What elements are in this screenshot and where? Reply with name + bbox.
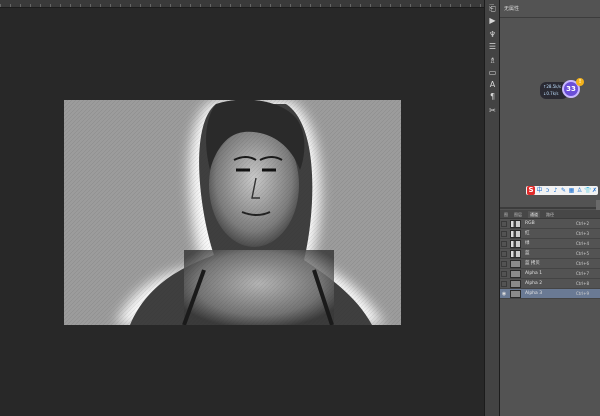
properties-header: 无属性 (500, 0, 600, 18)
channel-name: Alpha 1 (525, 271, 543, 276)
channel-shortcut: Ctrl+2 (576, 221, 590, 226)
tool-presets-icon[interactable]: ✂ (487, 106, 498, 116)
properties-body (500, 18, 600, 208)
brush-presets-icon[interactable]: ♆ (487, 30, 498, 40)
ime-toolbar[interactable]: S 中 ɔ ♪ ✎ ▦ ♙ 👕 ✗ (526, 186, 598, 195)
channel-name: 绿 (525, 241, 530, 246)
play-icon[interactable]: ▶ (487, 16, 498, 26)
document-image[interactable] (64, 100, 401, 325)
channel-thumbnail (510, 220, 521, 228)
visibility-toggle[interactable] (501, 241, 507, 247)
visibility-toggle[interactable] (501, 231, 507, 237)
adjustments-icon[interactable]: ☰ (487, 42, 498, 52)
user-icon[interactable]: ♙ (576, 187, 583, 194)
sogou-logo-icon[interactable]: S (527, 186, 535, 195)
portrait-artwork (64, 100, 401, 325)
handwrite-icon[interactable]: ✎ (560, 187, 567, 194)
moon-icon[interactable]: ɔ (544, 187, 551, 194)
channel-row-alpha-1[interactable]: Alpha 1 Ctrl+7 (500, 269, 600, 279)
paragraph-icon[interactable]: ¶ (487, 92, 498, 102)
stamp-icon[interactable]: ♗ (487, 56, 498, 66)
channel-thumbnail (510, 280, 521, 288)
alert-badge: ! (576, 78, 584, 86)
panel-tool-strip: ⎗ ▶ ♆ ☰ ♗ ▭ A ¶ ✂ (484, 0, 500, 416)
channel-row-alpha-3[interactable]: ◉ Alpha 3 Ctrl+9 (500, 289, 600, 299)
visibility-toggle[interactable] (501, 251, 507, 257)
channel-row-red[interactable]: 红 Ctrl+3 (500, 229, 600, 239)
visibility-toggle[interactable] (501, 271, 507, 277)
panel-divider (500, 207, 600, 209)
voice-icon[interactable]: ♪ (552, 187, 559, 194)
channel-row-blue[interactable]: 蓝 Ctrl+5 (500, 249, 600, 259)
right-panel: 无属性 ↑28.5k/s ↓0.7k/s 33 ! S 中 ɔ ♪ ✎ ▦ ♙ … (500, 0, 600, 416)
channel-name: 蓝 (525, 251, 530, 256)
keyboard-icon[interactable]: ▦ (568, 187, 575, 194)
channel-shortcut: Ctrl+8 (576, 281, 590, 286)
tools-icon[interactable]: ✗ (591, 187, 598, 194)
channel-name: Alpha 2 (525, 281, 543, 286)
chinese-mode-icon[interactable]: 中 (536, 187, 543, 194)
tab-paths[interactable]: 路径 (544, 211, 556, 218)
channel-shortcut: Ctrl+3 (576, 231, 590, 236)
character-icon[interactable]: A (487, 80, 498, 90)
channel-shortcut: Ctrl+9 (576, 291, 590, 296)
network-speed-widget[interactable]: ↑28.5k/s ↓0.7k/s 33 ! (540, 78, 596, 100)
visibility-toggle[interactable] (501, 261, 507, 267)
channel-shortcut: Ctrl+7 (576, 271, 590, 276)
channel-shortcut: Ctrl+4 (576, 241, 590, 246)
channel-row-blue-copy[interactable]: 蓝 拷贝 Ctrl+6 (500, 259, 600, 269)
channel-row-alpha-2[interactable]: Alpha 2 Ctrl+8 (500, 279, 600, 289)
tab-layers[interactable]: 图层 (512, 211, 524, 218)
visibility-toggle[interactable] (501, 281, 507, 287)
channel-shortcut: Ctrl+5 (576, 251, 590, 256)
channel-thumbnail (510, 240, 521, 248)
channel-row-rgb[interactable]: RGB Ctrl+2 (500, 219, 600, 229)
channel-name: Alpha 3 (525, 291, 543, 296)
skin-icon[interactable]: 👕 (584, 187, 591, 194)
channels-tab-bar: 图 图层 通道 路径 (500, 210, 600, 219)
channel-thumbnail (510, 290, 521, 298)
channel-thumbnail (510, 230, 521, 238)
channel-thumbnail (510, 270, 521, 278)
channel-thumbnail (510, 250, 521, 258)
channel-name: 红 (525, 231, 530, 236)
history-icon[interactable]: ⎗ (487, 4, 498, 14)
channel-name: 蓝 拷贝 (525, 261, 540, 266)
channel-shortcut: Ctrl+6 (576, 261, 590, 266)
channel-thumbnail (510, 260, 521, 268)
eye-icon[interactable]: ◉ (501, 291, 507, 297)
channel-name: RGB (525, 221, 535, 226)
tab-history[interactable]: 图 (502, 211, 510, 218)
channels-empty-area (500, 306, 600, 416)
channel-row-green[interactable]: 绿 Ctrl+4 (500, 239, 600, 249)
layer-comps-icon[interactable]: ▭ (487, 68, 498, 78)
visibility-toggle[interactable] (501, 221, 507, 227)
download-speed: ↓0.7k/s (543, 91, 559, 96)
properties-title: 无属性 (504, 6, 520, 12)
horizontal-ruler (0, 0, 484, 8)
upload-speed: ↑28.5k/s (543, 84, 562, 89)
panel-scrollbar[interactable] (596, 200, 600, 210)
tab-channels[interactable]: 通道 (528, 211, 540, 218)
